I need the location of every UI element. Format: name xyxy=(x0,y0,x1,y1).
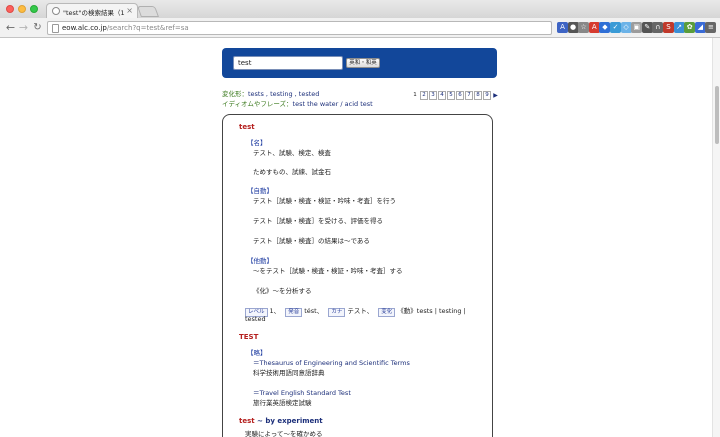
pos-noun: 【名】 xyxy=(247,139,267,147)
browser-toolbar: ← → ↻ eow.alc.co.jp/search?q=test&ref=sa… xyxy=(0,18,720,38)
tab-bar: "test"の検索結果（10184 × xyxy=(0,0,720,18)
definition: 《化》～を分析する xyxy=(253,287,312,295)
entry-headword: test xyxy=(239,123,255,131)
favicon-icon xyxy=(52,7,60,15)
idiom-links[interactable]: test the water / acid test xyxy=(293,100,373,108)
forward-button[interactable]: → xyxy=(17,20,30,35)
definition: ～をテスト［試験・検査・検証・吟味・考査］する xyxy=(253,267,403,275)
cloud-icon[interactable]: ◇ xyxy=(620,22,632,33)
s-badge-icon[interactable]: S xyxy=(663,22,674,33)
search-input[interactable] xyxy=(233,56,343,70)
page-link-6[interactable]: 6 xyxy=(456,91,464,100)
abbr-translation: 科学技術用語同意語辞典 xyxy=(253,369,325,377)
tool-icon[interactable]: ✎ xyxy=(641,22,653,33)
close-window-button[interactable] xyxy=(6,5,14,13)
definition: ためすもの、試練、試金石 xyxy=(253,168,331,176)
entry-headword-abbr: TEST xyxy=(239,333,259,341)
definition: テスト［試験・検査］の結果は～である xyxy=(253,237,370,245)
minimize-window-button[interactable] xyxy=(18,5,26,13)
pos-abbreviation: 【略】 xyxy=(247,349,267,357)
url-text: eow.alc.co.jp/search?q=test&ref=sa xyxy=(62,24,189,32)
results-panel: test 【名】 テスト、試験、検定、検査 ためすもの、試練、試金石 【自動】 … xyxy=(222,114,493,437)
pos-transitive: 【他動】 xyxy=(247,257,273,265)
bird-icon[interactable]: ✓ xyxy=(610,22,621,33)
leaf-icon[interactable]: ✿ xyxy=(684,22,696,33)
page-link-7[interactable]: 7 xyxy=(465,91,473,100)
menu-icon[interactable]: ≡ xyxy=(705,22,717,33)
inflection-value: 《動》tests | testing | xyxy=(397,307,466,315)
definition: テスト、試験、検定、検査 xyxy=(253,149,331,157)
idiom-line: イディオムやフレーズ：test the water / acid test xyxy=(222,98,373,108)
definition: テスト［試験・検査・検証・吟味・考査］を行う xyxy=(253,197,396,205)
phrase-definition: 実験によって～を確かめる xyxy=(245,430,323,437)
level-value: 1、 xyxy=(269,307,281,315)
star-bookmark-icon[interactable]: ☆ xyxy=(578,22,590,33)
translate-icon[interactable]: A xyxy=(557,22,568,33)
search-button[interactable]: 英和・和英 xyxy=(346,58,380,68)
bird-blue-icon[interactable]: ◢ xyxy=(694,22,706,33)
abbr-expansion: ＝Thesaurus of Engineering and Scientific… xyxy=(253,359,410,367)
address-bar[interactable]: eow.alc.co.jp/search?q=test&ref=sa xyxy=(47,21,552,35)
page-link-4[interactable]: 4 xyxy=(438,91,446,100)
idiom-label: イディオムやフレーズ： xyxy=(222,100,293,108)
headphone-icon[interactable]: ∩ xyxy=(652,22,664,33)
pronunciation-tag[interactable]: 発音 xyxy=(285,308,303,317)
arrow-extension-icon[interactable]: ↗ xyxy=(673,22,685,33)
pagination: 1 2 3 4 5 6 7 8 9 ▶ xyxy=(411,91,499,100)
page-link-2[interactable]: 2 xyxy=(420,91,428,100)
page-link-1[interactable]: 1 xyxy=(411,91,419,100)
definition: テスト［試験・検査］を受ける、評価を得る xyxy=(253,217,383,225)
shield-icon[interactable]: ◆ xyxy=(599,22,611,33)
tab-search-result[interactable]: "test"の検索結果（10184 × xyxy=(46,3,138,18)
maximize-window-button[interactable] xyxy=(30,5,38,13)
new-tab-button[interactable] xyxy=(136,6,160,17)
page-icon xyxy=(52,24,59,33)
page-link-3[interactable]: 3 xyxy=(429,91,437,100)
vertical-scrollbar[interactable] xyxy=(712,38,720,437)
page-link-5[interactable]: 5 xyxy=(447,91,455,100)
inflection-links[interactable]: tests , testing , tested xyxy=(248,90,319,98)
scrollbar-thumb[interactable] xyxy=(715,86,719,144)
reload-button[interactable]: ↻ xyxy=(31,20,44,35)
page-link-8[interactable]: 8 xyxy=(474,91,482,100)
inflection-tag[interactable]: 変化 xyxy=(378,308,396,317)
inflection-line: 変化形：tests , testing , tested xyxy=(222,88,319,98)
search-panel: 英和・和英 xyxy=(222,48,497,78)
page-link-9[interactable]: 9 xyxy=(483,91,491,100)
back-button[interactable]: ← xyxy=(4,20,17,35)
bookmark-box-icon[interactable]: ▣ xyxy=(631,22,643,33)
adobe-icon[interactable]: A xyxy=(588,22,600,33)
next-page-icon[interactable]: ▶ xyxy=(492,91,499,100)
inflection-continued: tested xyxy=(245,315,266,323)
inflection-label: 変化形： xyxy=(222,90,248,98)
abbr-expansion: ＝Travel English Standard Test xyxy=(253,389,351,397)
word-info-line: レベル 1、 発音 tést、 カナ テスト、 変化 《動》tests | testin… xyxy=(245,305,466,317)
pos-intransitive: 【自動】 xyxy=(247,187,273,195)
pronunciation-value: tést、 xyxy=(304,307,324,315)
kana-tag[interactable]: カナ xyxy=(328,308,346,317)
circle-extension-icon[interactable]: ● xyxy=(567,22,579,33)
phrase-headword: test ~ by experiment xyxy=(239,417,323,425)
abbr-translation: 旅行業英語検定試験 xyxy=(253,399,312,407)
tab-close-icon[interactable]: × xyxy=(126,6,133,15)
tab-title: "test"の検索結果（10184 xyxy=(63,9,125,17)
page-content: 英和・和英 変化形：tests , testing , tested イディオム… xyxy=(0,38,712,437)
kana-value: テスト、 xyxy=(347,307,374,315)
